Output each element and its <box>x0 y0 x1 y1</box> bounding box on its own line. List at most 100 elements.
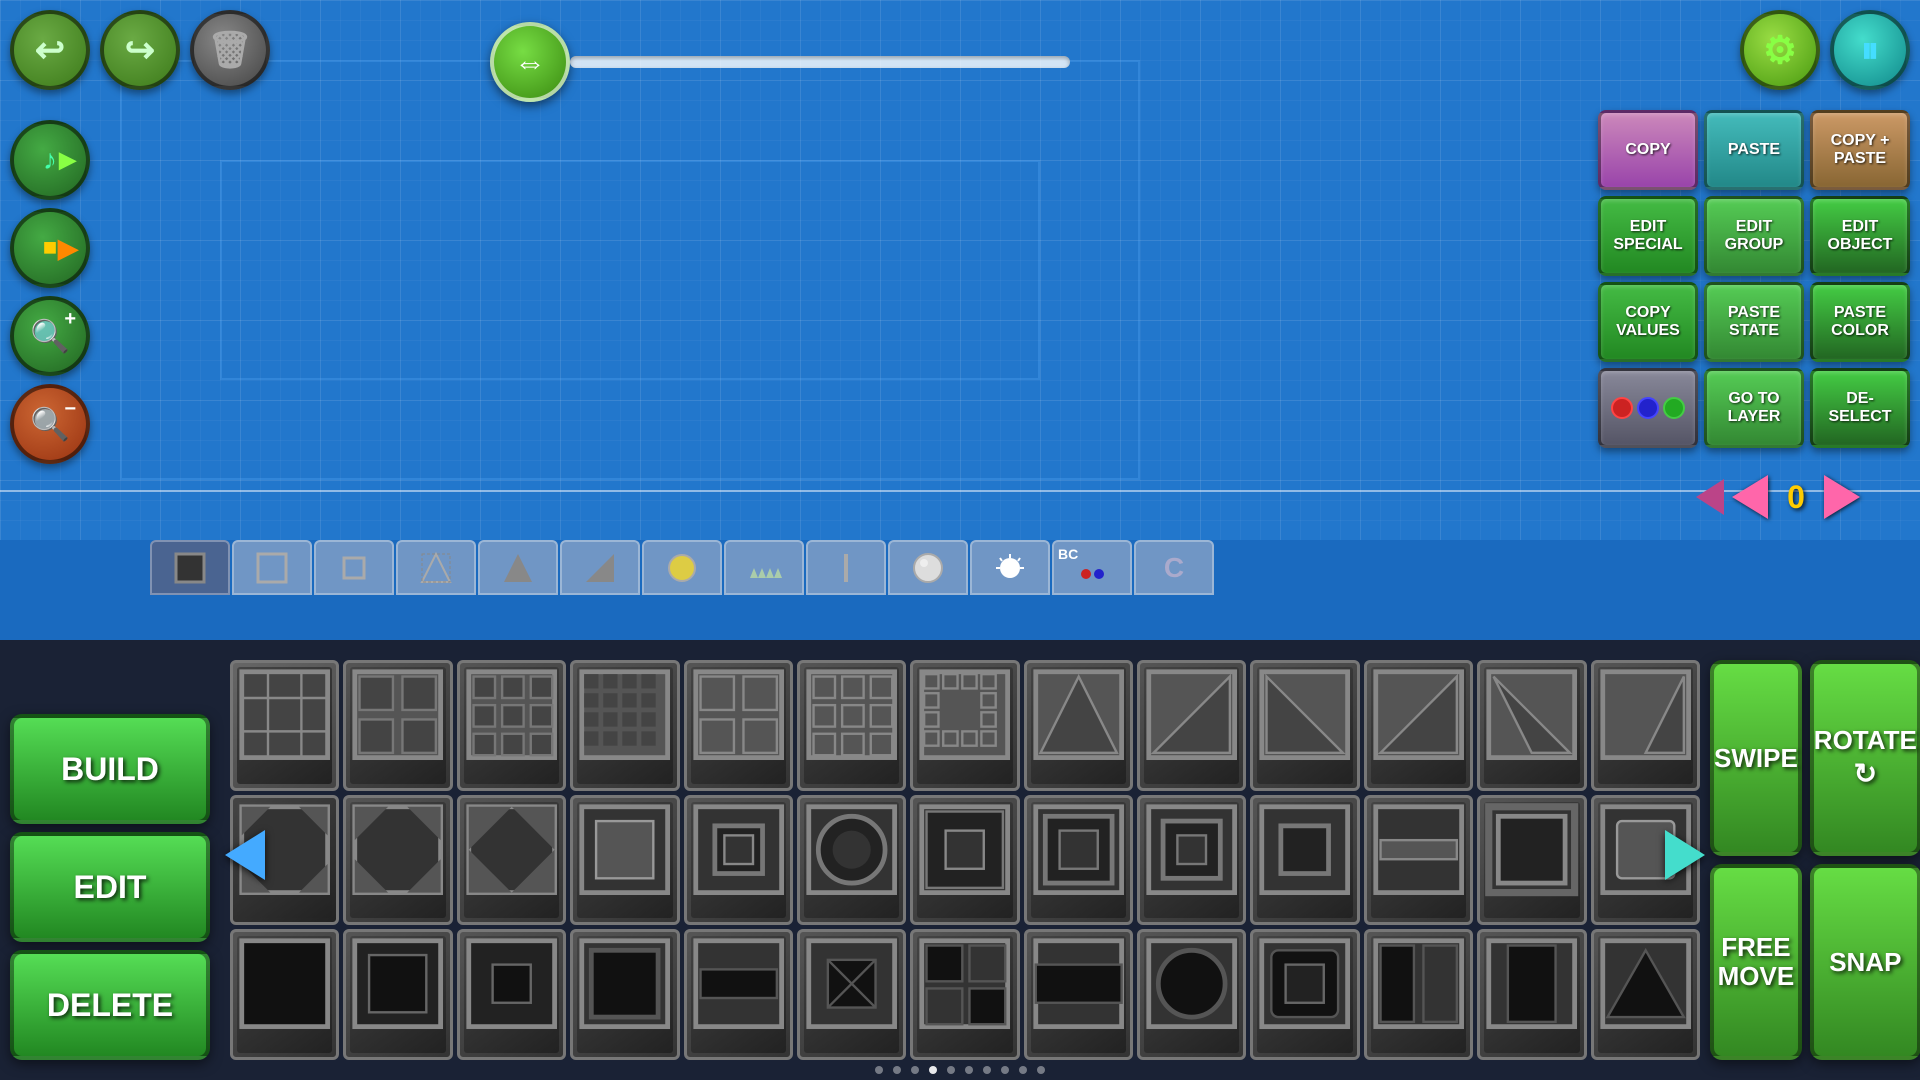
pause-button[interactable]: ⏸ <box>1830 10 1910 90</box>
tab-pole[interactable] <box>806 540 886 595</box>
grid-item-2-2[interactable] <box>343 795 452 926</box>
grid-item-3-8[interactable] <box>1024 929 1133 1060</box>
tab-small[interactable] <box>314 540 394 595</box>
dot-10[interactable] <box>1037 1066 1045 1074</box>
snap-button[interactable]: SNAP <box>1810 864 1920 1060</box>
zoom-out-button[interactable]: 🔍 − <box>10 384 90 464</box>
tab-outlined[interactable] <box>232 540 312 595</box>
grid-item-3-7[interactable] <box>910 929 1019 1060</box>
tab-solid[interactable] <box>150 540 230 595</box>
deselect-button[interactable]: DE- SELECT <box>1810 368 1910 448</box>
grid-item-3-12[interactable] <box>1477 929 1586 1060</box>
grid-item-2-10[interactable] <box>1250 795 1359 926</box>
undo-button[interactable]: ↩ <box>10 10 90 90</box>
copy-values-button[interactable]: COPY VALUES <box>1598 282 1698 362</box>
tab-c[interactable]: C <box>1134 540 1214 595</box>
grid-item-2-4[interactable] <box>570 795 679 926</box>
grid-item-1-2[interactable] <box>343 660 452 791</box>
layer-prev-button[interactable] <box>1732 475 1768 519</box>
grid-item-1-12[interactable] <box>1477 660 1586 791</box>
minus-icon: − <box>64 398 76 421</box>
settings-button[interactable]: ⚙ <box>1740 10 1820 90</box>
grid-item-2-5[interactable] <box>684 795 793 926</box>
free-move-button[interactable]: FREE MOVE <box>1710 864 1802 1060</box>
dot-1[interactable] <box>875 1066 883 1074</box>
grid-item-3-10[interactable] <box>1250 929 1359 1060</box>
grid-nav-left-button[interactable] <box>220 825 270 895</box>
tab-circle[interactable] <box>642 540 722 595</box>
grid-item-3-13[interactable] <box>1591 929 1700 1060</box>
swipe-button[interactable]: SWIPE <box>1710 660 1802 856</box>
bg-rect-2 <box>220 160 1040 380</box>
grid-item-1-9[interactable] <box>1137 660 1246 791</box>
layer-next-button[interactable] <box>1824 475 1860 519</box>
paste-color-button[interactable]: PASTE COLOR <box>1810 282 1910 362</box>
tab-explosion[interactable] <box>970 540 1050 595</box>
grid-item-1-7[interactable] <box>910 660 1019 791</box>
paste-button[interactable]: PASTE <box>1704 110 1804 190</box>
object-tabs: BC C <box>150 540 1214 595</box>
dot-7[interactable] <box>983 1066 991 1074</box>
layer-far-left-button[interactable] <box>1696 479 1724 515</box>
slider-handle[interactable]: ⇔ <box>490 22 570 102</box>
left-sidebar: ♪ ▶ ■ ▶ 🔍 + 🔍 − <box>10 120 90 464</box>
grid-item-3-3[interactable] <box>457 929 566 1060</box>
dot-8[interactable] <box>1001 1066 1009 1074</box>
tab-diagonal[interactable] <box>396 540 476 595</box>
dot-5[interactable] <box>947 1066 955 1074</box>
grid-item-1-1[interactable] <box>230 660 339 791</box>
edit-group-button[interactable]: EDIT GROUP <box>1704 196 1804 276</box>
dot-9[interactable] <box>1019 1066 1027 1074</box>
grid-item-1-4[interactable] <box>570 660 679 791</box>
music-button[interactable]: ♪ ▶ <box>10 120 90 200</box>
zoom-in-button[interactable]: 🔍 + <box>10 296 90 376</box>
grid-item-2-7[interactable] <box>910 795 1019 926</box>
grid-item-2-8[interactable] <box>1024 795 1133 926</box>
copy-paste-button[interactable]: COPY + PASTE <box>1810 110 1910 190</box>
tab-spikes[interactable] <box>724 540 804 595</box>
build-mode-button[interactable]: BUILD <box>10 714 210 824</box>
edit-mode-button[interactable]: EDIT <box>10 832 210 942</box>
grid-item-2-11[interactable] <box>1364 795 1473 926</box>
grid-item-3-11[interactable] <box>1364 929 1473 1060</box>
dot-4[interactable] <box>929 1066 937 1074</box>
paste-state-button[interactable]: PASTE STATE <box>1704 282 1804 362</box>
grid-item-3-5[interactable] <box>684 929 793 1060</box>
grid-item-1-10[interactable] <box>1250 660 1359 791</box>
grid-item-1-13[interactable] <box>1591 660 1700 791</box>
dot-2[interactable] <box>893 1066 901 1074</box>
rotate-button[interactable]: ROTATE ↻ <box>1810 660 1920 856</box>
delete-mode-button[interactable]: DELETE <box>10 950 210 1060</box>
edit-special-button[interactable]: EDIT SPECIAL <box>1598 196 1698 276</box>
go-to-layer-button[interactable]: GO TO LAYER <box>1704 368 1804 448</box>
edit-object-button[interactable]: EDIT OBJECT <box>1810 196 1910 276</box>
grid-item-2-6[interactable] <box>797 795 906 926</box>
grid-item-1-6[interactable] <box>797 660 906 791</box>
tab-orb[interactable] <box>888 540 968 595</box>
grid-item-1-8[interactable] <box>1024 660 1133 791</box>
grid-item-1-11[interactable] <box>1364 660 1473 791</box>
delete-toolbar-button[interactable]: 🗑 <box>190 10 270 90</box>
tab-slope[interactable] <box>560 540 640 595</box>
grid-item-2-12[interactable] <box>1477 795 1586 926</box>
grid-item-3-2[interactable] <box>343 929 452 1060</box>
slider-track[interactable] <box>570 56 1070 68</box>
dot-6[interactable] <box>965 1066 973 1074</box>
grid-item-2-3[interactable] <box>457 795 566 926</box>
dot-3[interactable] <box>911 1066 919 1074</box>
top-toolbar: ↩ ↪ 🗑 <box>10 10 270 90</box>
grid-item-3-6[interactable] <box>797 929 906 1060</box>
copy-button[interactable]: COPY <box>1598 110 1698 190</box>
grid-item-1-5[interactable] <box>684 660 793 791</box>
tab-triangle[interactable] <box>478 540 558 595</box>
grid-item-3-4[interactable] <box>570 929 679 1060</box>
grid-item-3-9[interactable] <box>1137 929 1246 1060</box>
grid-item-3-1[interactable] <box>230 929 339 1060</box>
grid-item-2-9[interactable] <box>1137 795 1246 926</box>
grid-nav-right-button[interactable] <box>1660 825 1710 895</box>
color-circles-btn[interactable] <box>1598 368 1698 448</box>
grid-item-1-3[interactable] <box>457 660 566 791</box>
tab-bc[interactable]: BC <box>1052 540 1132 595</box>
stop-button[interactable]: ■ ▶ <box>10 208 90 288</box>
redo-button[interactable]: ↪ <box>100 10 180 90</box>
